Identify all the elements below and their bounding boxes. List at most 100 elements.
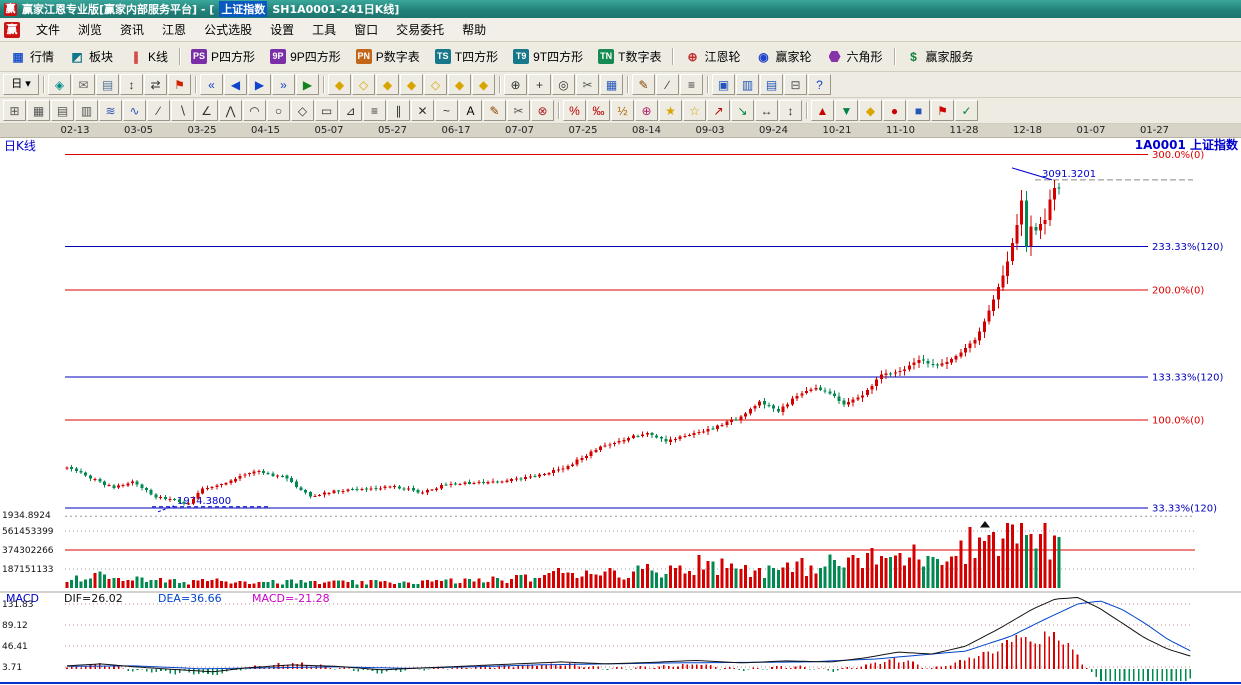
permille-tool[interactable]: ‰ [587,100,610,121]
menu-item-9[interactable]: 交易委托 [387,18,453,41]
panel-layout-2[interactable]: ▥ [736,74,759,95]
hrange-tool[interactable]: ↔ [755,100,778,121]
switch-period-tool[interactable]: ⇄ [144,74,167,95]
sell-mark-tool[interactable]: ▼ [835,100,858,121]
message-tool[interactable]: ✉ [72,74,95,95]
arc-tool[interactable]: ◠ [243,100,266,121]
zigzag-tool[interactable]: ⋀ [219,100,242,121]
menu-item-4[interactable]: 江恩 [153,18,195,41]
cut-tool[interactable]: ✂ [576,74,599,95]
up-arrow-tool[interactable]: ↗ [707,100,730,121]
gann-diamond-tool-4[interactable]: ◆ [400,74,423,95]
text-tool[interactable]: A [459,100,482,121]
trend-line-tool[interactable]: ∕ [147,100,170,121]
quotes-button[interactable]: ▦ 行情 [3,44,61,69]
rhombus-tool[interactable]: ◇ [291,100,314,121]
gann-wheel-button[interactable]: ⊕ 江恩轮 [677,44,747,69]
chart-area[interactable]: 300.0%(0) 233.33%(120) 200.0%(0) 133.33%(12… [0,137,1241,685]
sectors-button[interactable]: ◩ 板块 [62,44,120,69]
wave2-tool[interactable]: ~ [435,100,458,121]
winner-service-button[interactable]: $ 赢家服务 [899,44,981,69]
erase-tool[interactable]: ✂ [507,100,530,121]
angle-tool[interactable]: ∠ [195,100,218,121]
gann-diamond-tool-5[interactable]: ◇ [424,74,447,95]
dot-mark-tool[interactable]: ● [883,100,906,121]
vertical-scale-tool[interactable]: ↕ [120,74,143,95]
down-arrow-tool[interactable]: ↘ [731,100,754,121]
channel-tool[interactable]: ∥ [387,100,410,121]
volume-bar [753,570,757,588]
parallel-lines-tool[interactable]: ≡ [363,100,386,121]
gann-diamond-tool-2[interactable]: ◇ [352,74,375,95]
panel-layout-3[interactable]: ▤ [760,74,783,95]
pencil-tool[interactable]: ✎ [632,74,655,95]
circle-tool[interactable]: ○ [267,100,290,121]
gann-diamond-tool-3[interactable]: ◆ [376,74,399,95]
date-axis[interactable]: 02-13 03-05 03-25 04-15 05-07 05-27 06-17 07-07… [0,124,1241,138]
target-tool[interactable]: ◎ [552,74,575,95]
9t-square-button[interactable]: T9 9T四方形 [506,44,590,69]
percent-tool[interactable]: % [563,100,586,121]
next-page-button[interactable]: ▶ [248,74,271,95]
triangle-tool[interactable]: ⊿ [339,100,362,121]
layers-tool[interactable]: ≡ [680,74,703,95]
hexagon-button[interactable]: 六角形 [820,44,890,69]
down-line-tool[interactable]: ∖ [171,100,194,121]
menu-item-1[interactable]: 文件 [27,18,69,41]
panel-layout-1[interactable]: ▣ [712,74,735,95]
grid-tool[interactable]: ▦ [600,74,623,95]
flag2-tool[interactable]: ⚑ [931,100,954,121]
square-mark-tool[interactable]: ■ [907,100,930,121]
p-square-button[interactable]: PS P四方形 [184,44,262,69]
first-page-button[interactable]: « [200,74,223,95]
prev-page-button[interactable]: ◀ [224,74,247,95]
gann-fan-tool[interactable]: ⊕ [635,100,658,121]
crosshair-tool[interactable]: ⊕ [504,74,527,95]
menu-item-10[interactable]: 帮助 [453,18,495,41]
gann-diamond-tool-7[interactable]: ◆ [472,74,495,95]
menu-item-6[interactable]: 设置 [261,18,303,41]
9p-square-button[interactable]: 9P 9P四方形 [263,44,348,69]
t-number-table-button[interactable]: TN T数字表 [591,44,668,69]
wave-tool[interactable]: ≋ [99,100,122,121]
gann-diamond-tool-1[interactable]: ◆ [328,74,351,95]
menu-item-3[interactable]: 资讯 [111,18,153,41]
title-bar[interactable]: 赢 赢家江恩专业版[赢家内部服务平台] - [上证指数 SH1A0001-241… [0,0,1241,18]
menu-item-8[interactable]: 窗口 [345,18,387,41]
diamond-mark-tool[interactable]: ◆ [859,100,882,121]
winner-wheel-button[interactable]: ◉ 赢家轮 [748,44,818,69]
ratio-tool[interactable]: ½ [611,100,634,121]
line-tool[interactable]: ∕ [656,74,679,95]
vertical-grid-tool[interactable]: ▥ [75,100,98,121]
rect-tool[interactable]: ▭ [315,100,338,121]
confirm-tool[interactable]: ✓ [955,100,978,121]
period-daily-dropdown[interactable]: 日 ▾ [3,74,39,95]
vrange-tool[interactable]: ↕ [779,100,802,121]
gann-square-tool[interactable]: ⊞ [3,100,26,121]
menu-item-7[interactable]: 工具 [303,18,345,41]
cross-line-tool[interactable]: ✕ [411,100,434,121]
add-tool[interactable]: + [528,74,551,95]
p-number-table-button[interactable]: PN P数字表 [349,44,427,69]
gann-grid-tool[interactable]: ▦ [27,100,50,121]
kline-chart[interactable]: 300.0%(0)233.33%(120)200.0%(0)133.33%(12… [0,137,1241,685]
menu-item-5[interactable]: 公式选股 [195,18,261,41]
annotation-tool[interactable]: ✎ [483,100,506,121]
save-layout-button[interactable]: ⊟ [784,74,807,95]
kline-button[interactable]: ∥ K线 [121,44,175,69]
auto-play-button[interactable]: ▶ [296,74,319,95]
sine-tool[interactable]: ∿ [123,100,146,121]
flag-mark-tool[interactable]: ⚑ [168,74,191,95]
horizontal-grid-tool[interactable]: ▤ [51,100,74,121]
star-outline-tool[interactable]: ☆ [683,100,706,121]
star-tool[interactable]: ★ [659,100,682,121]
gann-box-tool[interactable]: ◈ [48,74,71,95]
help-button[interactable]: ? [808,74,831,95]
menu-item-2[interactable]: 浏览 [69,18,111,41]
t-square-button[interactable]: TS T四方形 [428,44,505,69]
gann-diamond-tool-6[interactable]: ◆ [448,74,471,95]
info-panel-tool[interactable]: ▤ [96,74,119,95]
buy-mark-tool[interactable]: ▲ [811,100,834,121]
delete-tool[interactable]: ⊗ [531,100,554,121]
last-page-button[interactable]: » [272,74,295,95]
